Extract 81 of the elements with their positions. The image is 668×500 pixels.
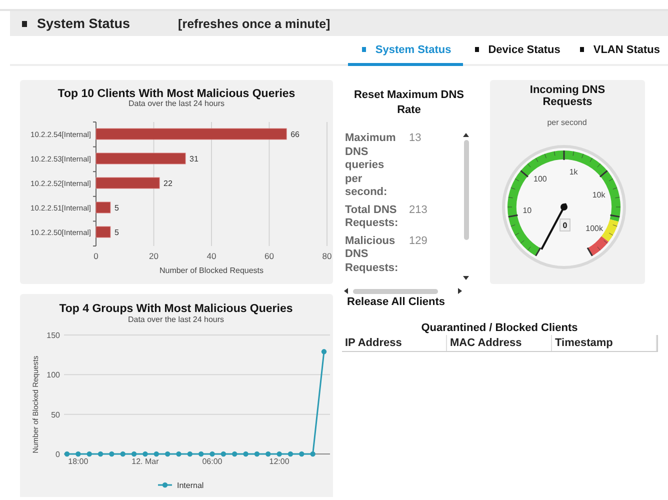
page-title: System Status: [37, 16, 130, 31]
gauge-needle: [540, 203, 568, 250]
data-point: [276, 451, 282, 457]
chart-title: Top 4 Groups With Most Malicious Queries: [59, 303, 293, 315]
axis-label: 40: [206, 251, 216, 261]
axis-label: 20: [149, 251, 158, 261]
data-point: [232, 451, 238, 457]
data-point: [176, 451, 182, 457]
data-point: [76, 451, 81, 457]
bar: [96, 226, 111, 238]
data-point: [98, 451, 104, 457]
chart-title: Top 10 Clients With Most Malicious Queries: [58, 88, 296, 100]
gauge-subtitle: per second: [547, 118, 587, 127]
data-point: [154, 451, 159, 457]
stat-label: Total DNS Requests:: [345, 204, 400, 230]
value-label: 5: [114, 204, 119, 212]
value-label: 5: [114, 228, 119, 237]
tab[interactable]: Device Status: [463, 36, 568, 66]
data-point: [64, 451, 70, 457]
axis-label: 0: [56, 450, 60, 459]
data-point: [109, 451, 114, 457]
value-label: 22: [164, 179, 172, 188]
data-point: [243, 451, 248, 457]
data-point: [288, 451, 294, 457]
axis-label: 150: [46, 331, 60, 340]
axis-title: Number of Blocked Requests: [159, 266, 264, 275]
release-all-button[interactable]: Release All Clients: [347, 296, 446, 308]
value-label: 31: [190, 154, 198, 164]
stat-value: 129: [409, 234, 428, 248]
axis-label: 0: [94, 251, 98, 261]
column-header: MAC Address: [447, 335, 552, 351]
legend-marker-icon: [158, 482, 172, 488]
column-header: IP Address: [342, 335, 447, 351]
scale-label: 100k: [586, 224, 603, 234]
data-point: [299, 451, 304, 457]
tab[interactable]: VLAN Status: [568, 36, 668, 66]
axis-label: 50: [51, 410, 60, 420]
axis-label: 60: [264, 251, 274, 261]
gauge-title: Incoming DNS Requests: [528, 84, 606, 108]
data-point: [210, 451, 215, 457]
bullet-icon: [22, 20, 27, 26]
stat-value: 213: [409, 204, 428, 218]
data-point: [86, 451, 92, 457]
legend-label: Internal: [177, 481, 204, 490]
value-label: 66: [290, 130, 300, 139]
bar: [96, 202, 111, 214]
tab[interactable]: System Status: [348, 36, 464, 66]
refresh-note: [refreshes once a minute]: [178, 16, 330, 30]
data-point: [187, 451, 193, 457]
stat-value: 13: [409, 132, 422, 146]
scale-label: 100: [534, 174, 547, 184]
horizontal-scrollbar[interactable]: [347, 288, 459, 294]
axis-label: 100: [46, 370, 60, 380]
axis-label: 80: [322, 251, 332, 261]
data-point: [142, 451, 148, 457]
data-point: [254, 451, 260, 457]
table-title: Quarantined / Blocked Clients: [420, 322, 579, 334]
data-point: [266, 451, 271, 457]
scale-label: 1k: [569, 167, 578, 176]
stat-label: Maximum DNS queries per second:: [345, 132, 397, 200]
axis-label: 18:00: [68, 457, 88, 466]
data-point: [120, 451, 126, 457]
chart-subtitle: Data over the last 24 hours: [128, 315, 224, 324]
axis-label: 12. Mar: [132, 457, 159, 466]
data-point: [321, 349, 327, 354]
data-point: [220, 451, 226, 457]
gauge-reading: 0: [562, 221, 568, 230]
reset-rate-title[interactable]: Reset Maximum DNS Rate: [345, 88, 473, 118]
data-point: [198, 451, 204, 457]
stat-label: Malicious DNS Requests:: [345, 234, 400, 275]
data-point: [164, 451, 170, 457]
scale-label: 10: [522, 206, 532, 216]
chart-subtitle: Data over the last 24 hours: [128, 99, 225, 108]
column-header: Timestamp: [552, 335, 657, 351]
axis-label: 12:00: [269, 457, 290, 466]
bar: [96, 177, 160, 189]
data-point: [131, 451, 137, 457]
data-point: [310, 451, 316, 457]
reading-box: [560, 218, 570, 232]
scale-label: 10k: [592, 190, 606, 200]
axis-label: 06:00: [202, 457, 222, 466]
